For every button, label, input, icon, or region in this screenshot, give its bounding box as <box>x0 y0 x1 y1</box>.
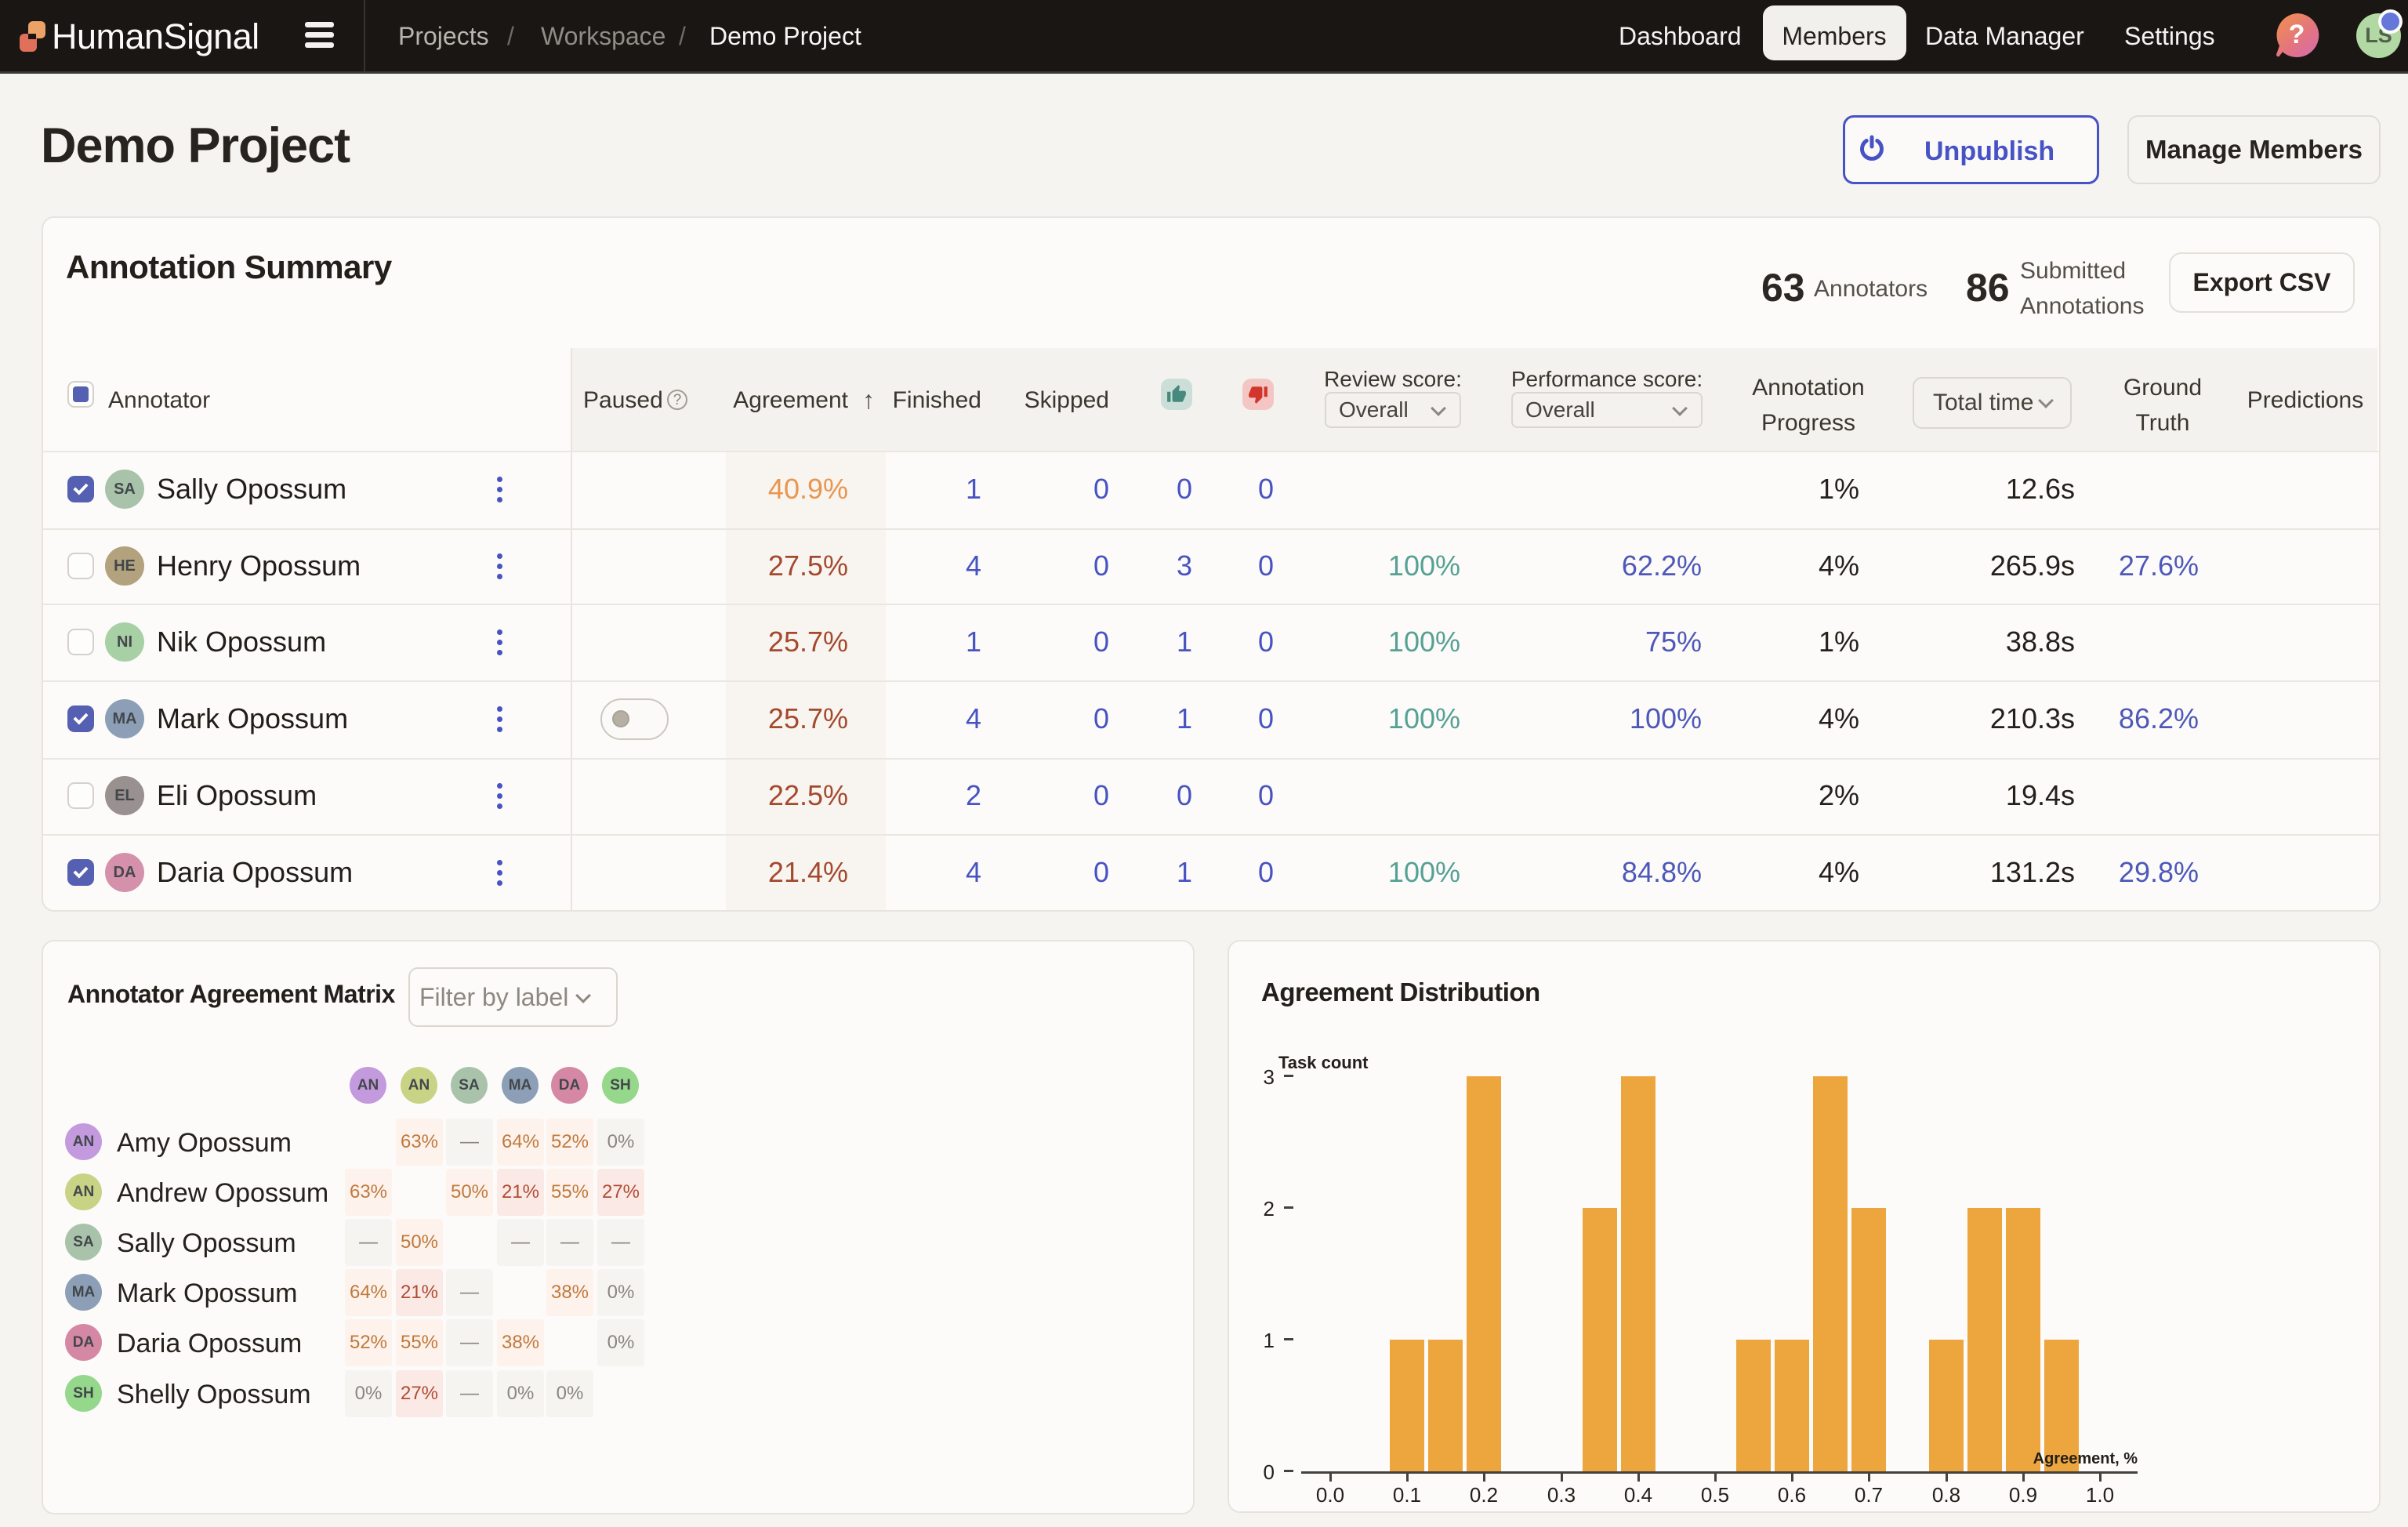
svg-text:?: ? <box>2289 20 2305 49</box>
